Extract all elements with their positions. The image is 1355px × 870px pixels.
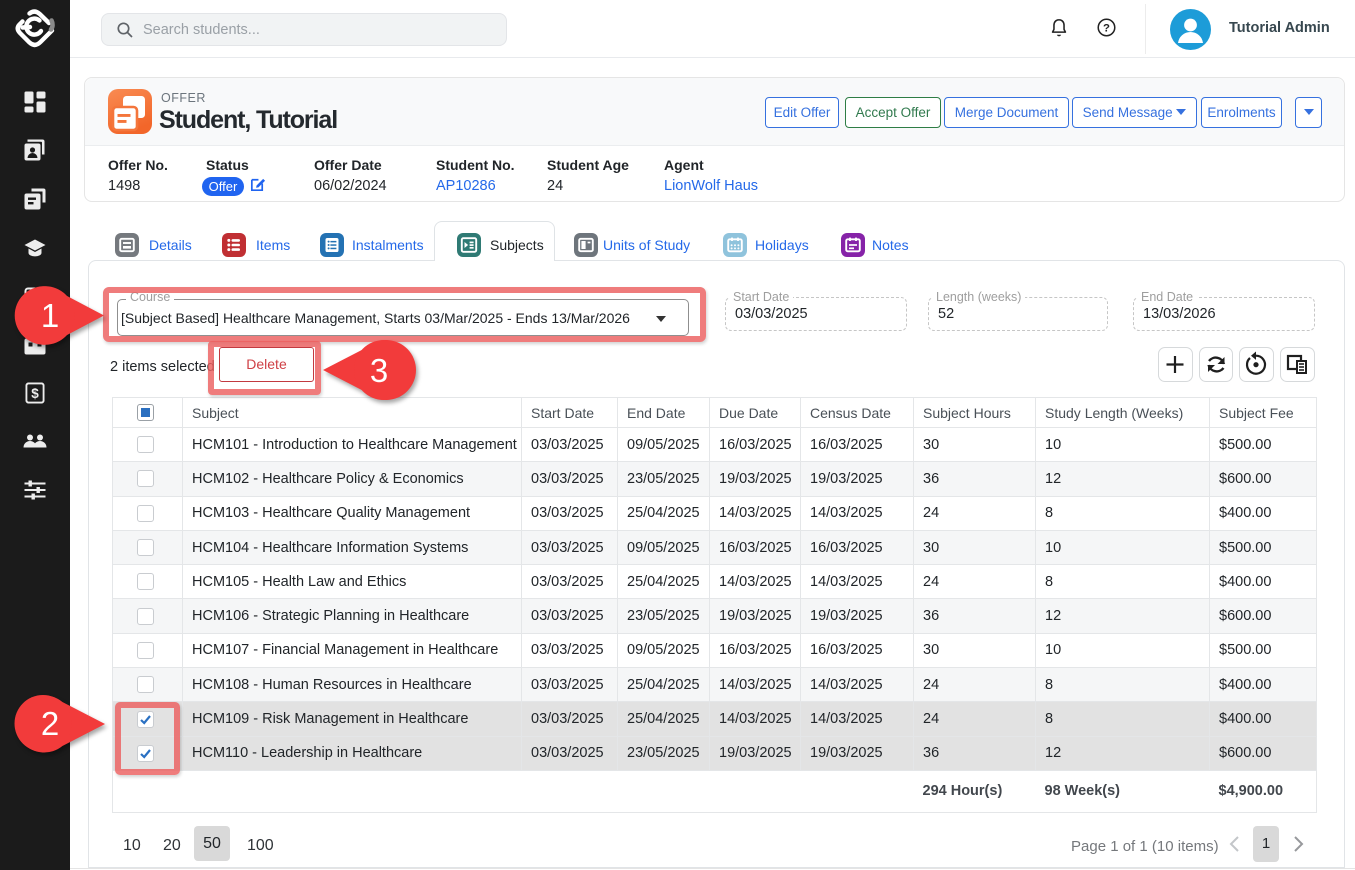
svg-text:$: $ [31,386,39,401]
svg-text:?: ? [1103,23,1110,35]
